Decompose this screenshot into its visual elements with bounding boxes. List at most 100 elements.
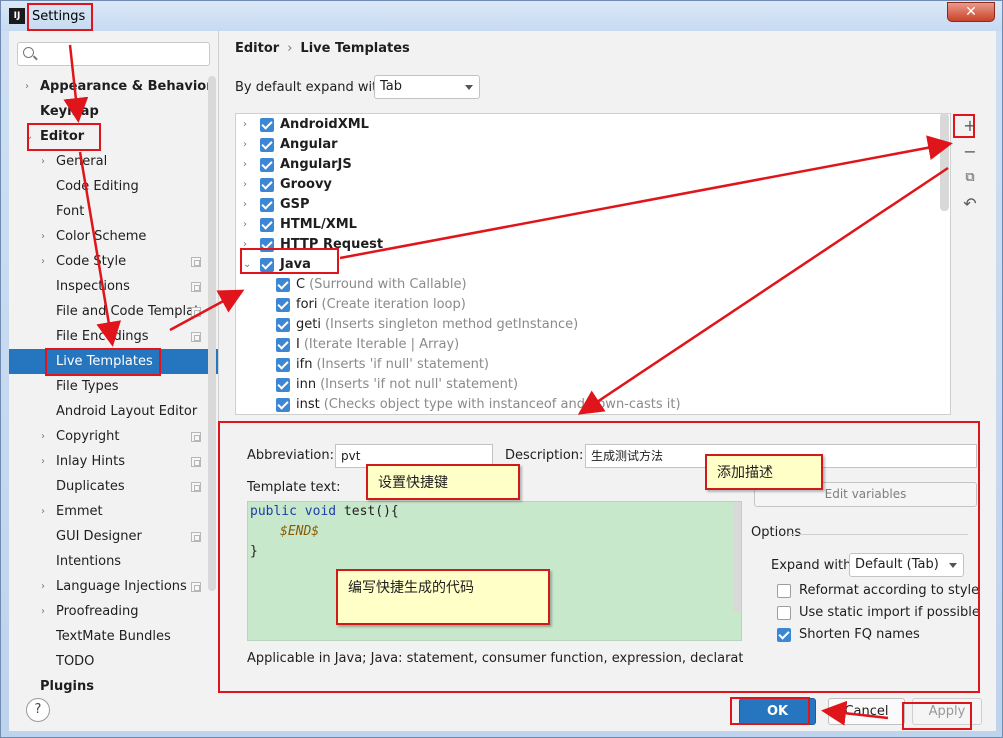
template-row[interactable]: inn (Inserts 'if not null' statement) <box>236 375 936 395</box>
template-group-http-request[interactable]: › HTTP Request <box>236 235 936 255</box>
template-group-androidxml[interactable]: › AndroidXML <box>236 115 936 135</box>
template-checkbox[interactable] <box>276 378 290 392</box>
chevron-right-icon[interactable]: › <box>41 224 53 249</box>
chevron-right-icon[interactable]: › <box>243 215 247 235</box>
sidebar-item-textmate-bundles[interactable]: TextMate Bundles <box>9 624 218 649</box>
option-checkbox[interactable] <box>777 584 791 598</box>
sidebar-item-editor[interactable]: ⌄ Editor <box>9 124 218 149</box>
settings-search-input[interactable] <box>17 42 210 66</box>
chevron-right-icon[interactable]: › <box>243 155 247 175</box>
template-checkbox[interactable] <box>276 338 290 352</box>
template-row[interactable]: ifn (Inserts 'if null' statement) <box>236 355 936 375</box>
sidebar-item-code-editing[interactable]: Code Editing <box>9 174 218 199</box>
sidebar-item-android-layout-editor[interactable]: Android Layout Editor <box>9 399 218 424</box>
template-description: (Inserts 'if not null' statement) <box>320 377 519 392</box>
template-row[interactable]: geti (Inserts singleton method getInstanc… <box>236 315 936 335</box>
template-row[interactable]: C (Surround with Callable) <box>236 275 936 295</box>
close-window-button[interactable]: ✕ <box>947 2 995 22</box>
applicable-contexts[interactable]: Applicable in Java; Java: statement, con… <box>247 651 743 666</box>
intellij-app-icon: IJ <box>9 8 25 24</box>
chevron-right-icon[interactable]: › <box>41 574 53 599</box>
chevron-right-icon[interactable]: › <box>41 249 53 274</box>
chevron-right-icon[interactable]: › <box>243 195 247 215</box>
project-settings-icon <box>191 432 201 442</box>
chevron-right-icon[interactable]: › <box>41 149 53 174</box>
group-checkbox[interactable] <box>260 198 274 212</box>
expand-with-select[interactable]: Default (Tab) <box>849 553 964 577</box>
chevron-right-icon[interactable]: › <box>243 135 247 155</box>
template-checkbox[interactable] <box>276 358 290 372</box>
code-editor-scrollbar[interactable] <box>733 502 741 612</box>
breadcrumb-parent[interactable]: Editor <box>235 41 279 56</box>
add-template-button[interactable]: + <box>959 115 981 137</box>
sidebar-item-proofreading[interactable]: › Proofreading <box>9 599 218 624</box>
copy-template-button[interactable]: ⧉ <box>959 167 981 189</box>
sidebar-item-appearance-behavior[interactable]: › Appearance & Behavior <box>9 74 218 99</box>
sidebar-item-duplicates[interactable]: Duplicates <box>9 474 218 499</box>
template-group-gsp[interactable]: › GSP <box>236 195 936 215</box>
template-row[interactable]: fori (Create iteration loop) <box>236 295 936 315</box>
sidebar-item-copyright[interactable]: › Copyright <box>9 424 218 449</box>
group-checkbox[interactable] <box>260 238 274 252</box>
chevron-right-icon[interactable]: › <box>25 74 37 99</box>
option-checkbox[interactable] <box>777 628 791 642</box>
group-checkbox[interactable] <box>260 138 274 152</box>
template-group-angularjs[interactable]: › AngularJS <box>236 155 936 175</box>
remove-template-button[interactable]: − <box>959 141 981 163</box>
chevron-right-icon[interactable]: › <box>243 115 247 135</box>
sidebar-scrollbar[interactable] <box>208 76 216 591</box>
chevron-down-icon[interactable]: ⌄ <box>243 255 251 275</box>
sidebar-item-color-scheme[interactable]: › Color Scheme <box>9 224 218 249</box>
templates-tree-scrollbar[interactable] <box>940 113 949 211</box>
template-checkbox[interactable] <box>276 318 290 332</box>
template-group-groovy[interactable]: › Groovy <box>236 175 936 195</box>
group-checkbox[interactable] <box>260 218 274 232</box>
sidebar-item-inspections[interactable]: Inspections <box>9 274 218 299</box>
sidebar-item-todo[interactable]: TODO <box>9 649 218 674</box>
chevron-right-icon[interactable]: › <box>41 424 53 449</box>
sidebar-item-label: Inspections <box>56 279 130 294</box>
template-row[interactable]: I (Iterate Iterable | Array) <box>236 335 936 355</box>
group-checkbox[interactable] <box>260 258 274 272</box>
sidebar-item-gui-designer[interactable]: GUI Designer <box>9 524 218 549</box>
template-group-java[interactable]: ⌄ Java <box>236 255 936 275</box>
sidebar-item-file-encodings[interactable]: File Encodings <box>9 324 218 349</box>
template-group-html-xml[interactable]: › HTML/XML <box>236 215 936 235</box>
sidebar-item-file-types[interactable]: File Types <box>9 374 218 399</box>
cancel-button[interactable]: Cancel <box>828 698 905 725</box>
template-row[interactable]: inst (Checks object type with instanceof … <box>236 395 936 414</box>
chevron-right-icon[interactable]: › <box>41 599 53 624</box>
template-checkbox[interactable] <box>276 298 290 312</box>
group-checkbox[interactable] <box>260 118 274 132</box>
sidebar-item-general[interactable]: › General <box>9 149 218 174</box>
option-checkbox[interactable] <box>777 606 791 620</box>
sidebar-item-code-style[interactable]: › Code Style <box>9 249 218 274</box>
group-name: HTML/XML <box>280 217 357 232</box>
help-button[interactable]: ? <box>26 698 50 722</box>
sidebar-item-live-templates[interactable]: Live Templates <box>9 349 218 374</box>
sidebar-item-emmet[interactable]: › Emmet <box>9 499 218 524</box>
default-expand-select[interactable]: Tab <box>374 75 480 99</box>
template-checkbox[interactable] <box>276 278 290 292</box>
sidebar-item-file-and-code-templat[interactable]: File and Code Templat <box>9 299 218 324</box>
sidebar-item-language-injections[interactable]: › Language Injections <box>9 574 218 599</box>
chevron-right-icon[interactable]: › <box>243 235 247 255</box>
ok-button[interactable]: OK <box>739 698 816 725</box>
chevron-right-icon[interactable]: › <box>41 449 53 474</box>
sidebar-item-keymap[interactable]: Keymap <box>9 99 218 124</box>
group-checkbox[interactable] <box>260 158 274 172</box>
chevron-right-icon[interactable]: › <box>243 175 247 195</box>
apply-button[interactable]: Apply <box>912 698 982 725</box>
sidebar-item-font[interactable]: Font <box>9 199 218 224</box>
group-name: GSP <box>280 197 310 212</box>
chevron-down-icon[interactable]: ⌄ <box>25 124 37 149</box>
template-group-angular[interactable]: › Angular <box>236 135 936 155</box>
revert-template-button[interactable]: ↶ <box>959 193 981 215</box>
chevron-right-icon[interactable]: › <box>41 499 53 524</box>
settings-sidebar: › Appearance & Behavior Keymap ⌄ Editor › Gene… <box>9 31 218 694</box>
sidebar-item-inlay-hints[interactable]: › Inlay Hints <box>9 449 218 474</box>
sidebar-item-intentions[interactable]: Intentions <box>9 549 218 574</box>
template-checkbox[interactable] <box>276 398 290 412</box>
group-checkbox[interactable] <box>260 178 274 192</box>
sidebar-item-plugins[interactable]: Plugins <box>9 674 218 699</box>
